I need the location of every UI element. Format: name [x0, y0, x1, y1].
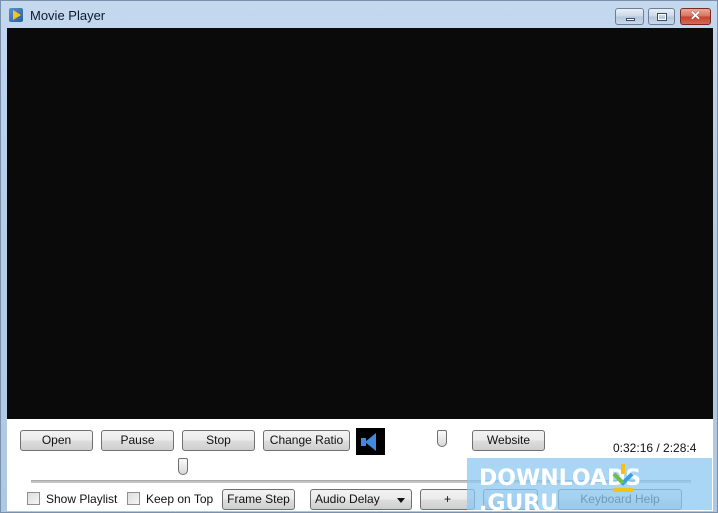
frame-step-button[interactable]: Frame Step [222, 489, 295, 510]
video-display[interactable] [7, 28, 713, 419]
pause-button[interactable]: Pause [101, 430, 174, 451]
window-title: Movie Player [30, 8, 106, 23]
audio-delay-value: Audio Delay [315, 492, 380, 506]
audio-delay-select[interactable]: Audio Delay [310, 489, 412, 510]
keep-on-top-checkbox[interactable] [127, 492, 140, 505]
show-playlist-label[interactable]: Show Playlist [46, 492, 117, 506]
maximize-icon [657, 13, 667, 21]
movie-player-window: Movie Player ✕ Open Pause Stop Change Ra… [0, 0, 718, 513]
show-playlist-checkbox[interactable] [27, 492, 40, 505]
open-button[interactable]: Open [20, 430, 93, 451]
keep-on-top-label[interactable]: Keep on Top [146, 492, 213, 506]
time-display: 0:32:16 / 2:28:4 [613, 441, 697, 455]
change-ratio-button[interactable]: Change Ratio [263, 430, 350, 451]
app-icon [9, 8, 23, 22]
volume-track [398, 438, 456, 439]
seek-thumb[interactable] [178, 458, 188, 475]
minimize-icon [626, 18, 635, 21]
watermark-text: DOWNLOADS.GURU [479, 466, 712, 513]
speaker-cone [365, 433, 376, 451]
dropdown-arrow-icon [397, 498, 405, 503]
watermark-overlay: DOWNLOADS.GURU [467, 458, 712, 513]
website-button[interactable]: Website [472, 430, 545, 451]
volume-thumb[interactable] [437, 430, 447, 447]
title-bar[interactable]: Movie Player ✕ [1, 1, 717, 28]
speaker-icon[interactable] [356, 428, 385, 455]
download-arrow-icon [612, 464, 634, 492]
minimize-button[interactable] [615, 8, 644, 25]
stop-button[interactable]: Stop [182, 430, 255, 451]
watermark-text-right: .GURU [479, 491, 559, 513]
maximize-button[interactable] [648, 8, 675, 25]
close-button[interactable]: ✕ [680, 8, 711, 25]
close-icon: ✕ [690, 8, 701, 23]
volume-slider[interactable] [398, 429, 456, 449]
